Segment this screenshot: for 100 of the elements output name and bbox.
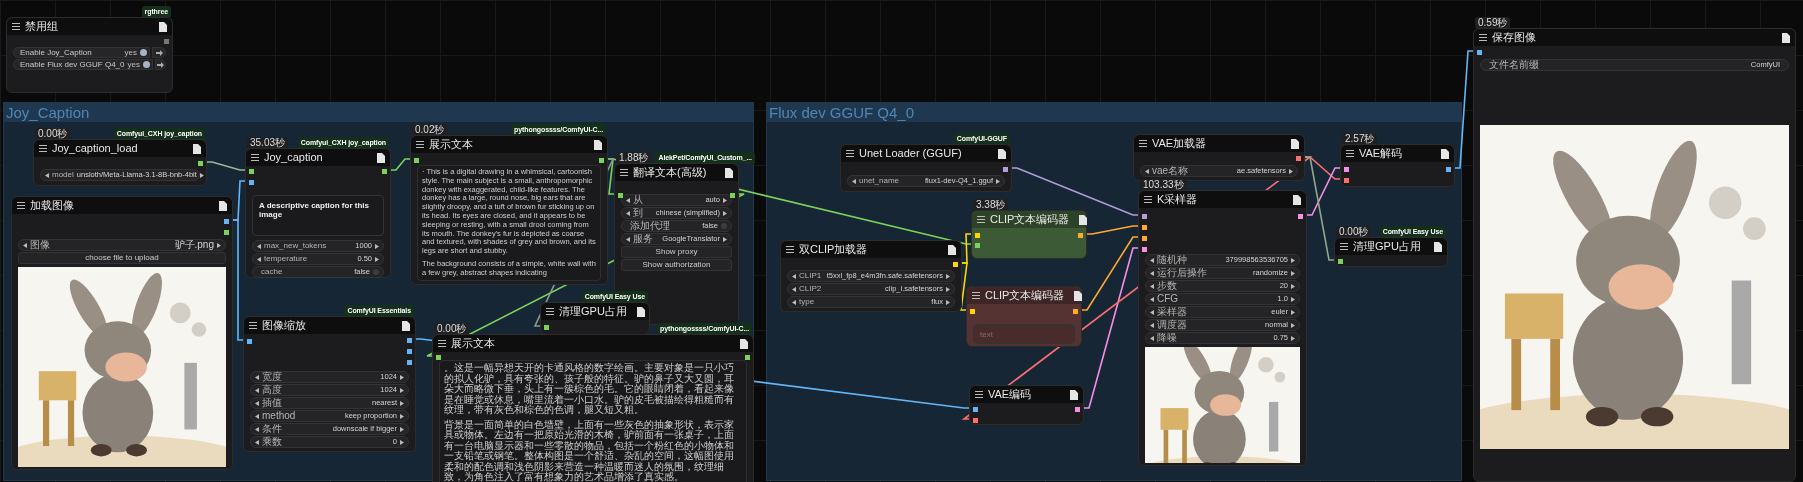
node-title-bar[interactable]: CLIP文本编码器 <box>967 287 1081 304</box>
right-arrow-icon[interactable] <box>1291 257 1295 263</box>
input-port[interactable] <box>618 192 623 198</box>
document-icon[interactable] <box>1070 389 1078 400</box>
arrow-button[interactable] <box>152 47 166 58</box>
right-arrow-icon[interactable] <box>1291 270 1295 276</box>
output-port[interactable] <box>1073 308 1078 314</box>
node[interactable]: 禁用组 Enable Joy_Caption yes Enable Flux dev GGUF Q4_0 yes <box>6 17 173 93</box>
menu-icon[interactable] <box>620 169 628 176</box>
node-title-bar[interactable]: Joy_caption_load <box>34 140 206 157</box>
right-arrow-icon[interactable] <box>1291 322 1295 328</box>
right-arrow-icon[interactable] <box>199 172 204 178</box>
menu-icon[interactable] <box>249 322 257 329</box>
output-port[interactable] <box>599 157 604 163</box>
document-icon[interactable] <box>594 139 602 150</box>
node-title-bar[interactable]: 翻译文本(高级) <box>615 164 738 181</box>
menu-icon[interactable] <box>1139 140 1147 147</box>
left-arrow-icon[interactable] <box>626 236 630 242</box>
node-title-bar[interactable]: 清理GPU占用 <box>1335 238 1447 255</box>
combo-widget[interactable]: 图像 驴子.png <box>18 239 226 251</box>
node[interactable]: CLIP文本编码器 <box>971 210 1087 259</box>
document-icon[interactable] <box>998 148 1006 159</box>
node-title-bar[interactable]: 展示文本 <box>433 335 753 352</box>
right-arrow-icon[interactable] <box>400 400 404 406</box>
document-icon[interactable] <box>1079 214 1088 225</box>
input-port[interactable] <box>414 157 419 163</box>
document-icon[interactable] <box>636 306 645 317</box>
right-arrow-icon[interactable] <box>400 387 404 393</box>
input-port[interactable] <box>436 354 441 360</box>
document-icon[interactable] <box>159 21 167 32</box>
node-title-bar[interactable]: Joy_caption <box>246 149 390 166</box>
document-icon[interactable] <box>1441 148 1449 159</box>
left-arrow-icon[interactable] <box>1150 257 1154 263</box>
left-arrow-icon[interactable] <box>255 426 259 432</box>
node[interactable]: 清理GPU占用 <box>540 302 650 335</box>
node[interactable]: 清理GPU占用 <box>1334 237 1448 267</box>
toggle-row[interactable]: Enable Joy_Caption yes <box>13 47 150 58</box>
text-area[interactable]: A descriptive caption for this image <box>252 195 384 236</box>
menu-icon[interactable] <box>12 23 20 30</box>
menu-icon[interactable] <box>972 292 980 299</box>
output-port[interactable] <box>382 168 387 174</box>
node-title-bar[interactable]: 图像缩放 <box>244 317 415 334</box>
left-arrow-icon[interactable] <box>626 210 630 216</box>
right-arrow-icon[interactable] <box>946 286 950 292</box>
output-port[interactable] <box>1296 155 1301 161</box>
input-port[interactable] <box>247 338 252 344</box>
right-arrow-icon[interactable] <box>946 299 950 305</box>
left-arrow-icon[interactable] <box>1150 309 1154 315</box>
node[interactable] <box>432 334 754 482</box>
right-arrow-icon[interactable] <box>723 197 727 203</box>
document-icon[interactable] <box>740 338 748 349</box>
node-title-bar[interactable]: Unet Loader (GGUF) <box>841 145 1011 162</box>
left-arrow-icon[interactable] <box>792 299 796 305</box>
widget-button[interactable]: Show authorization <box>621 259 732 271</box>
document-icon[interactable] <box>1074 290 1083 301</box>
left-arrow-icon[interactable] <box>1150 283 1154 289</box>
left-arrow-icon[interactable] <box>792 286 796 292</box>
widget-button[interactable]: choose file to upload <box>18 252 226 264</box>
output-port[interactable] <box>1075 406 1080 412</box>
right-arrow-icon[interactable] <box>217 242 221 248</box>
left-arrow-icon[interactable] <box>1150 322 1154 328</box>
menu-icon[interactable] <box>1346 150 1354 157</box>
document-icon[interactable] <box>193 143 201 154</box>
node-title-bar[interactable]: CLIP文本编码器 <box>972 211 1086 228</box>
output-port[interactable] <box>730 192 735 198</box>
right-arrow-icon[interactable] <box>946 273 950 279</box>
document-icon[interactable] <box>377 152 385 163</box>
right-arrow-icon[interactable] <box>400 374 404 380</box>
document-icon[interactable] <box>948 244 956 255</box>
left-arrow-icon[interactable] <box>45 172 49 178</box>
widget-button[interactable]: Show proxy <box>621 246 732 258</box>
node-title-bar[interactable]: 清理GPU占用 <box>541 303 649 320</box>
right-arrow-icon[interactable] <box>1289 168 1293 174</box>
right-arrow-icon[interactable] <box>400 413 404 419</box>
left-arrow-icon[interactable] <box>255 439 259 445</box>
left-arrow-icon[interactable] <box>255 374 259 380</box>
right-arrow-icon[interactable] <box>1291 283 1295 289</box>
input-port[interactable] <box>1338 258 1343 264</box>
left-arrow-icon[interactable] <box>1150 270 1154 276</box>
right-arrow-icon[interactable] <box>996 178 1000 184</box>
output-port[interactable] <box>745 354 750 360</box>
left-arrow-icon[interactable] <box>852 178 856 184</box>
menu-icon[interactable] <box>975 391 983 398</box>
right-arrow-icon[interactable] <box>375 243 379 249</box>
menu-icon[interactable] <box>438 340 446 347</box>
right-arrow-icon[interactable] <box>1291 335 1295 341</box>
document-icon[interactable] <box>725 167 733 178</box>
node-title-bar[interactable]: 双CLIP加载器 <box>781 241 961 258</box>
menu-icon[interactable] <box>846 150 854 157</box>
right-arrow-icon[interactable] <box>375 256 379 262</box>
document-icon[interactable] <box>1291 138 1299 149</box>
left-arrow-icon[interactable] <box>257 243 261 249</box>
document-icon[interactable] <box>1782 32 1790 43</box>
right-arrow-icon[interactable] <box>400 439 404 445</box>
menu-icon[interactable] <box>17 202 25 209</box>
node-title-bar[interactable]: VAE解码 <box>1341 145 1454 162</box>
right-arrow-icon[interactable] <box>723 210 727 216</box>
document-icon[interactable] <box>219 200 227 211</box>
left-arrow-icon[interactable] <box>255 400 259 406</box>
left-arrow-icon[interactable] <box>255 413 259 419</box>
